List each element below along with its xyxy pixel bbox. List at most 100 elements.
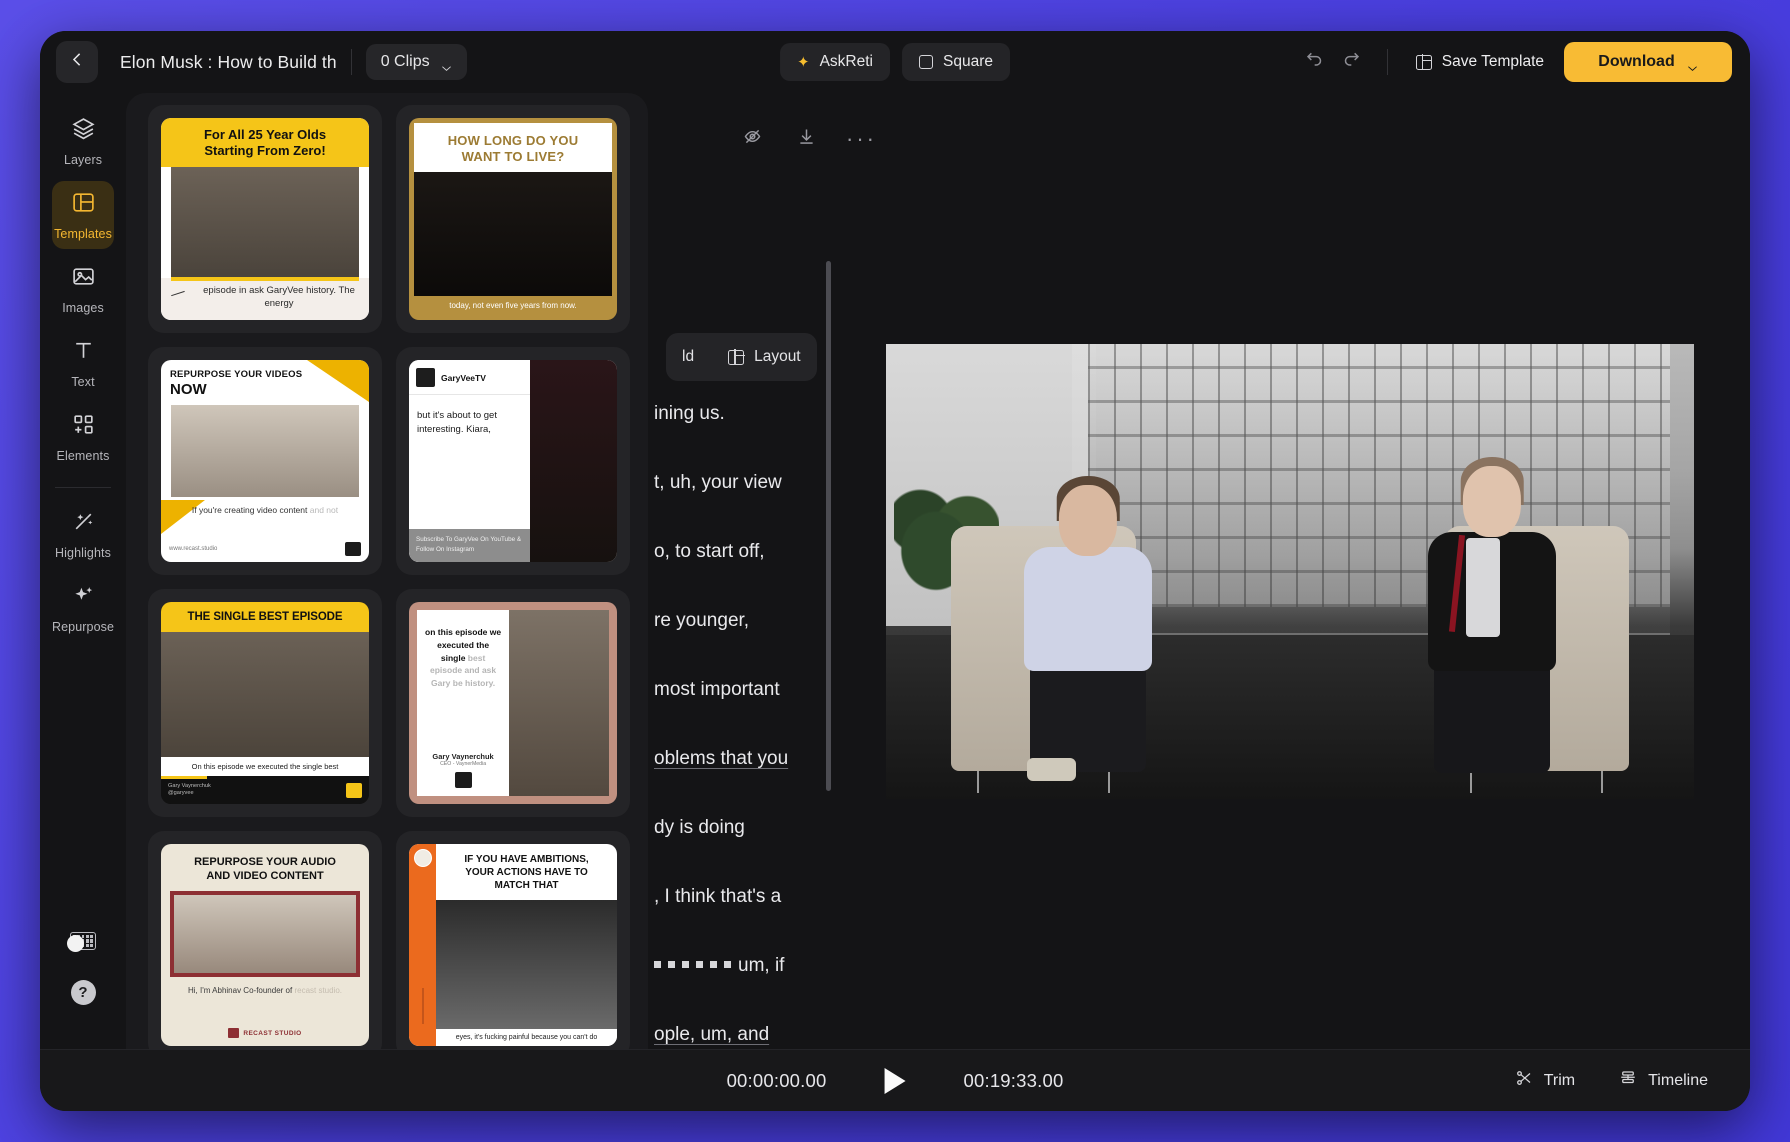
template-author-role: CEO - VaynerMedia — [440, 761, 487, 767]
template-body-text: but it's about to get interesting. Kiara… — [417, 410, 497, 435]
templates-grid[interactable]: For All 25 Year Olds Starting From Zero!… — [126, 105, 648, 1049]
brand-logo-icon — [454, 772, 472, 788]
sidebar-item-layers[interactable]: Layers — [52, 107, 114, 175]
template-card[interactable]: on this episode we executed the single b… — [396, 589, 630, 817]
trim-button[interactable]: Trim — [1515, 1069, 1575, 1092]
save-template-button[interactable]: Save Template — [1415, 53, 1544, 71]
timeline-button[interactable]: Timeline — [1619, 1069, 1708, 1092]
template-footer: Gary Vaynerchuk @garyvee — [161, 778, 369, 804]
center-toolbar-group: ✦ AskReti Square — [780, 43, 1010, 81]
sidebar-item-elements[interactable]: Elements — [52, 403, 114, 471]
template-video-area — [414, 172, 612, 296]
clips-count-label: 0 Clips — [380, 53, 430, 70]
total-time: 00:19:33.00 — [963, 1069, 1064, 1091]
redo-icon — [1343, 50, 1363, 75]
template-video-area — [436, 900, 617, 1029]
chevron-left-icon — [69, 51, 86, 73]
sidebar-item-text[interactable]: Text — [52, 329, 114, 397]
tab-bold[interactable]: ld — [682, 348, 694, 366]
download-transcript-button[interactable] — [792, 125, 820, 153]
chevron-down-icon — [1687, 59, 1698, 71]
template-footer: Subscribe To GaryVee On YouTube & Follow… — [409, 529, 530, 562]
transcript-line: um, if — [654, 945, 1702, 986]
layers-icon — [71, 116, 96, 146]
tab-layout-label: Layout — [754, 348, 801, 365]
square-icon — [919, 55, 933, 69]
timeline-icon — [1619, 1069, 1637, 1092]
template-card[interactable]: For All 25 Year Olds Starting From Zero!… — [148, 105, 382, 333]
more-horizontal-icon[interactable]: ··· — [846, 128, 877, 150]
sidebar-item-images[interactable]: Images — [52, 255, 114, 323]
tab-layout[interactable]: Layout — [728, 348, 801, 366]
undo-button[interactable] — [1293, 42, 1333, 82]
project-title: Elon Musk : How to Build th — [120, 51, 337, 72]
current-time: 00:00:00.00 — [726, 1069, 827, 1091]
templates-panel: For All 25 Year Olds Starting From Zero!… — [126, 93, 648, 1049]
template-card[interactable]: GaryVeeTV but it's about to get interest… — [396, 347, 630, 575]
transcript-line: ople, um, and — [654, 1024, 770, 1045]
template-accent-strip — [409, 844, 437, 1046]
sidebar-item-templates[interactable]: Templates — [52, 181, 114, 249]
playback-controls: 00:00:00.00 00:19:33.00 — [726, 1067, 1064, 1094]
brand-logo-icon — [228, 1028, 240, 1038]
template-headline: THE SINGLE BEST EPISODE — [161, 602, 369, 632]
avatar — [416, 368, 435, 387]
top-toolbar: Elon Musk : How to Build th 0 Clips ✦ As… — [40, 31, 1750, 93]
template-footer: RECAST STUDIO — [161, 1028, 369, 1046]
template-video-area — [161, 632, 369, 757]
transcript-scrollbar[interactable] — [826, 261, 831, 791]
sidebar-item-label: Templates — [54, 227, 112, 241]
sidebar-item-highlights[interactable]: Highlights — [52, 500, 114, 568]
transcript-line: , I think that's a — [654, 886, 782, 907]
sidebar-item-repurpose[interactable]: Repurpose — [52, 574, 114, 642]
template-card[interactable]: THE SINGLE BEST EPISODE On this episode … — [148, 589, 382, 817]
template-footer-name: Gary Vaynerchuk @garyvee — [168, 782, 211, 797]
sidebar-item-label: Highlights — [55, 546, 111, 560]
template-channel-name: GaryVeeTV — [441, 372, 486, 383]
scissors-icon — [1515, 1069, 1533, 1092]
sparkle-icon: ✦ — [797, 53, 810, 71]
transcript-line: dy is doing — [654, 817, 745, 838]
template-headline: For All 25 Year Olds Starting From Zero! — [161, 118, 369, 167]
template-quote: on this episode we executed the single b… — [425, 627, 502, 688]
sidebar-divider — [55, 487, 111, 488]
download-label: Download — [1598, 53, 1675, 70]
video-person-right — [1419, 457, 1564, 773]
template-caption: Hi, I'm Abhinav Co-founder of recast stu… — [187, 985, 343, 995]
template-card[interactable]: HOW LONG DO YOU WANT TO LIVE? today, not… — [396, 105, 630, 333]
askreti-button[interactable]: ✦ AskReti — [780, 43, 890, 81]
timeline-label: Timeline — [1648, 1071, 1708, 1089]
panel-resize-handle[interactable] — [67, 935, 84, 952]
aspect-ratio-button[interactable]: Square — [902, 43, 1010, 81]
template-card[interactable]: REPURPOSE YOUR AUDIO AND VIDEO CONTENT H… — [148, 831, 382, 1049]
template-headline: REPURPOSE YOUR VIDEOS NOW — [170, 369, 303, 398]
template-caption: If you're creating video content and not — [191, 505, 339, 515]
trim-label: Trim — [1543, 1071, 1576, 1089]
template-video-area — [171, 166, 359, 282]
sidebar-item-label: Elements — [56, 449, 110, 463]
redo-button[interactable] — [1333, 42, 1373, 82]
download-button[interactable]: Download — [1564, 42, 1732, 82]
help-button[interactable]: ? — [70, 980, 96, 1005]
video-player[interactable] — [886, 343, 1694, 799]
template-headline: IF YOU HAVE AMBITIONS, YOUR ACTIONS HAVE… — [464, 854, 589, 891]
layout-icon — [728, 348, 745, 366]
template-card[interactable]: IF YOU HAVE AMBITIONS, YOUR ACTIONS HAVE… — [396, 831, 630, 1049]
template-card[interactable]: REPURPOSE YOUR VIDEOS NOW If you're crea… — [148, 347, 382, 575]
askreti-label: AskReti — [819, 53, 873, 70]
hide-button[interactable] — [738, 125, 766, 153]
video-person-left — [1015, 476, 1160, 781]
bottom-right-actions: Trim Timeline — [1515, 1069, 1750, 1092]
brand-logo-icon — [345, 542, 361, 556]
tab-bold-label: ld — [682, 348, 695, 365]
app-window: Elon Musk : How to Build th 0 Clips ✦ As… — [40, 31, 1750, 1111]
eye-off-icon — [742, 126, 763, 152]
play-icon[interactable] — [884, 1067, 906, 1094]
back-button[interactable] — [56, 41, 98, 83]
chevron-down-icon — [441, 59, 452, 71]
template-video-area — [529, 360, 617, 562]
save-template-label: Save Template — [1441, 53, 1544, 70]
template-author-name: Gary Vaynerchuk — [432, 752, 494, 761]
clips-dropdown[interactable]: 0 Clips — [365, 44, 467, 80]
template-layout-icon — [1415, 53, 1433, 71]
